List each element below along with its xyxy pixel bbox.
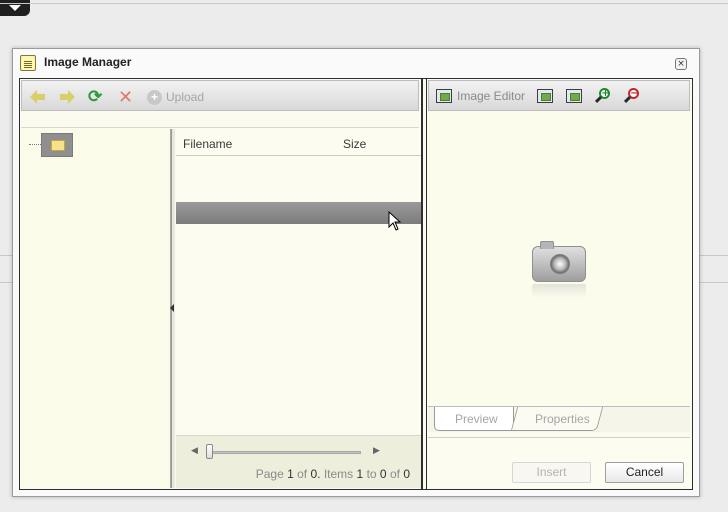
thumbnail-size-slider[interactable] [209, 451, 361, 454]
dialog-titlebar[interactable]: Image Manager × [13, 49, 699, 78]
pager-info: Page 1 of 0. Items 1 to 0 of 0 [256, 467, 410, 481]
pager-total-items: 0 [403, 467, 410, 481]
upload-label: Upload [166, 90, 205, 104]
column-size[interactable]: Size [343, 137, 366, 151]
actual-size-icon [566, 89, 582, 103]
path-bar [21, 112, 419, 128]
pager-of: of [297, 467, 308, 481]
zoom-out-icon: − [623, 88, 640, 104]
tab-properties[interactable]: Properties [510, 407, 604, 431]
refresh-icon: ⟳ [88, 87, 103, 106]
tab-properties-label: Properties [535, 412, 590, 426]
upload-button[interactable]: + Upload [147, 88, 204, 106]
pane-splitter[interactable] [170, 129, 175, 488]
preview-pane: Image Editor + − Preview Properties Inse… [426, 79, 692, 489]
zoom-out-button[interactable]: − [623, 87, 640, 105]
close-button[interactable]: × [675, 58, 687, 70]
folder-icon [51, 140, 65, 151]
arrow-right-icon [59, 90, 75, 104]
camera-lens [550, 254, 570, 274]
image-editor-icon [436, 89, 452, 103]
back-button[interactable] [30, 88, 46, 106]
zoom-in-icon: + [594, 88, 611, 104]
fit-image-icon [537, 89, 553, 103]
camera-reflection [532, 284, 586, 298]
insert-button[interactable]: Insert [512, 462, 591, 483]
pager-from: 1 [356, 467, 364, 481]
fit-image-button[interactable] [537, 87, 553, 105]
tree-connector [29, 144, 41, 145]
image-editor-label: Image Editor [457, 89, 526, 103]
pager-of-2: of [389, 467, 400, 481]
folder-tree [21, 129, 171, 488]
pager-page: 1 [287, 467, 294, 481]
refresh-button[interactable]: ⟳ [88, 88, 102, 106]
slider-prev-icon[interactable]: ◀ [191, 446, 198, 456]
file-browser-pane: ⟳ ✕ + Upload Filename Size ◀ ▶ Page 1 of… [20, 79, 423, 489]
notepad-icon [20, 55, 36, 71]
grid-header: Filename Size [176, 129, 421, 156]
dialog-body: ⟳ ✕ + Upload Filename Size ◀ ▶ Page 1 of… [19, 78, 693, 490]
delete-icon: ✕ [118, 87, 134, 107]
file-grid: Filename Size ◀ ▶ Page 1 of 0. Items 1 t… [176, 129, 421, 488]
image-manager-dialog: Image Manager × ⟳ ✕ + Upload Filename Si… [12, 48, 700, 497]
delete-button[interactable]: ✕ [118, 88, 133, 106]
pager-items: Items [323, 467, 354, 481]
forward-button[interactable] [59, 88, 75, 106]
dialog-title: Image Manager [44, 55, 132, 69]
pager-total-pages: 0. [310, 467, 321, 481]
cancel-button[interactable]: Cancel [605, 462, 684, 483]
table-row[interactable] [176, 202, 421, 224]
zoom-in-button[interactable]: + [594, 87, 611, 105]
bg-divider [0, 3, 728, 4]
actual-size-button[interactable] [566, 87, 582, 105]
tab-preview[interactable]: Preview [434, 407, 514, 431]
slider-next-icon[interactable]: ▶ [373, 446, 380, 456]
pager-prefix: Page [255, 467, 284, 481]
preview-tabs: Preview Properties [428, 406, 690, 432]
root-folder-node[interactable] [41, 133, 73, 157]
editor-toolbar: Image Editor + − [428, 80, 690, 111]
pager-to: to [366, 467, 377, 481]
upload-icon: + [147, 89, 162, 105]
image-editor-button[interactable]: Image Editor [436, 87, 525, 105]
camera-icon [532, 241, 586, 282]
image-preview-area [428, 112, 690, 406]
arrow-left-icon [30, 90, 46, 104]
pager-to-value: 0 [379, 467, 387, 481]
dialog-actions: Insert Cancel [428, 437, 690, 488]
file-toolbar: ⟳ ✕ + Upload [21, 80, 419, 111]
grid-footer: ◀ ▶ Page 1 of 0. Items 1 to 0 of 0 [176, 435, 421, 488]
collapse-arrow-icon[interactable] [170, 304, 174, 312]
column-filename[interactable]: Filename [183, 137, 232, 151]
slider-thumb[interactable] [206, 444, 213, 459]
tab-preview-label: Preview [455, 412, 498, 426]
